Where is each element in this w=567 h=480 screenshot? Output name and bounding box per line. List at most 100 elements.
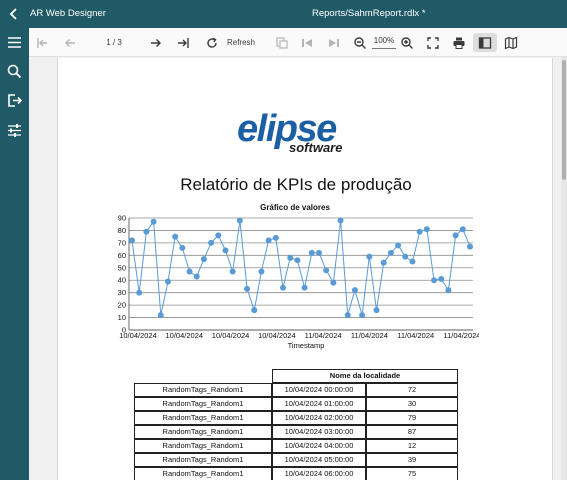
export-icon[interactable] xyxy=(5,91,24,110)
data-point xyxy=(467,243,473,250)
report-page: elipse software Relatório de KPIs de pro… xyxy=(57,58,553,480)
data-point xyxy=(294,257,301,264)
data-point xyxy=(193,273,200,280)
data-point xyxy=(380,259,387,266)
x-tick-label: 10/04/2024 xyxy=(166,331,204,340)
data-point xyxy=(150,218,157,225)
next-page-icon[interactable] xyxy=(148,33,164,52)
table-row: RandomTags_Random1 10/04/2024 01:00:00 30 xyxy=(134,397,458,411)
y-tick-label: 80 xyxy=(118,226,126,235)
data-point xyxy=(445,287,452,294)
data-point xyxy=(344,312,351,319)
table-header: Nome da localidade xyxy=(272,369,458,383)
data-point xyxy=(330,279,337,286)
data-point xyxy=(186,268,193,275)
x-tick-label: 11/04/2024 xyxy=(397,331,434,340)
data-point xyxy=(179,244,186,251)
map-view-icon[interactable] xyxy=(503,33,519,52)
y-tick-label: 70 xyxy=(118,238,126,247)
value-cell: 39 xyxy=(366,453,458,467)
data-point xyxy=(373,307,380,314)
single-page-view-icon[interactable] xyxy=(473,33,497,52)
x-tick-label: 11/04/2024 xyxy=(351,331,388,340)
title-bar: AR Web Designer Reports/SahmReport.rdlx … xyxy=(0,0,567,28)
search-icon[interactable] xyxy=(5,62,24,81)
data-point xyxy=(387,249,394,256)
data-point xyxy=(164,278,171,285)
data-point xyxy=(280,284,287,291)
value-cell: 72 xyxy=(366,383,458,397)
data-point xyxy=(200,256,207,263)
y-tick-label: 10 xyxy=(118,313,126,322)
data-point xyxy=(222,247,229,254)
data-point xyxy=(459,226,466,233)
tag-cell: RandomTags_Random1 xyxy=(134,453,272,467)
data-point xyxy=(265,237,272,244)
line-chart: 010203040506070809010/04/2024 10/04/2024 1… xyxy=(118,214,479,351)
x-tick-label: 10/04/2024 xyxy=(258,331,296,340)
data-point xyxy=(402,253,409,260)
data-point xyxy=(287,254,294,261)
x-tick-label: 11/04/2024 xyxy=(305,331,342,340)
data-point xyxy=(272,234,279,241)
zoom-out-icon[interactable] xyxy=(352,33,368,52)
skip-back-icon[interactable] xyxy=(299,33,315,52)
timestamp-cell: 10/04/2024 00:00:00 xyxy=(272,383,366,397)
first-page-icon[interactable] xyxy=(35,33,51,52)
y-tick-label: 90 xyxy=(118,214,126,223)
sidebar xyxy=(0,28,29,480)
menu-icon[interactable] xyxy=(5,33,24,52)
zoom-in-icon[interactable] xyxy=(399,33,415,52)
value-cell: 75 xyxy=(366,467,458,480)
data-point xyxy=(136,289,143,296)
x-tick-label: 10/04/2024 xyxy=(119,331,157,340)
table-body: RandomTags_Random1 10/04/2024 00:00:00 72 R… xyxy=(134,383,458,480)
copy-icon[interactable] xyxy=(274,33,290,52)
table-row: RandomTags_Random1 10/04/2024 04:00:00 12 xyxy=(134,439,458,453)
y-tick-label: 40 xyxy=(118,276,126,285)
data-point xyxy=(208,239,215,246)
zoom-level[interactable]: 100% xyxy=(372,33,396,49)
tag-cell: RandomTags_Random1 xyxy=(134,467,272,480)
data-point xyxy=(452,232,459,239)
refresh-button[interactable]: Refresh xyxy=(225,33,257,52)
tag-cell: RandomTags_Random1 xyxy=(134,411,272,425)
x-axis-title: Timestamp xyxy=(288,341,325,350)
data-point xyxy=(359,312,366,319)
chart-title: Gráfico de valores xyxy=(260,203,330,212)
viewer-toolbar: 1 / 3 Refresh 100% xyxy=(29,28,567,57)
back-arrow-icon[interactable] xyxy=(8,6,20,22)
fullscreen-icon[interactable] xyxy=(425,33,441,52)
tag-cell: RandomTags_Random1 xyxy=(134,397,272,411)
page-indicator[interactable]: 1 / 3 xyxy=(99,33,129,52)
x-tick-label: 10/04/2024 xyxy=(212,331,250,340)
timestamp-cell: 10/04/2024 03:00:00 xyxy=(272,425,366,439)
value-cell: 12 xyxy=(366,439,458,453)
data-point xyxy=(438,275,445,282)
value-cell: 79 xyxy=(366,411,458,425)
scrollbar-thumb[interactable] xyxy=(562,60,566,180)
timestamp-cell: 10/04/2024 06:00:00 xyxy=(272,467,366,480)
x-tick-label: 11/04/2024 xyxy=(444,331,479,340)
table-row: RandomTags_Random1 10/04/2024 05:00:00 39 xyxy=(134,453,458,467)
value-cell: 30 xyxy=(366,397,458,411)
tag-cell: RandomTags_Random1 xyxy=(134,383,272,397)
data-point xyxy=(251,307,258,314)
app-title: AR Web Designer xyxy=(30,8,106,19)
parameters-icon[interactable] xyxy=(5,121,24,140)
table-row: RandomTags_Random1 10/04/2024 02:00:00 79 xyxy=(134,411,458,425)
y-tick-label: 50 xyxy=(118,263,126,272)
refresh-icon[interactable] xyxy=(204,33,220,52)
data-point xyxy=(258,268,265,275)
timestamp-cell: 10/04/2024 02:00:00 xyxy=(272,411,366,425)
data-point xyxy=(337,217,344,224)
skip-forward-icon[interactable] xyxy=(326,33,342,52)
value-cell: 87 xyxy=(366,425,458,439)
data-point xyxy=(351,287,358,294)
print-icon[interactable] xyxy=(451,33,467,52)
y-tick-label: 60 xyxy=(118,251,126,260)
previous-page-icon[interactable] xyxy=(62,33,78,52)
data-point xyxy=(236,217,243,224)
last-page-icon[interactable] xyxy=(175,33,191,52)
report-title: Relatório de KPIs de produção xyxy=(180,175,412,194)
